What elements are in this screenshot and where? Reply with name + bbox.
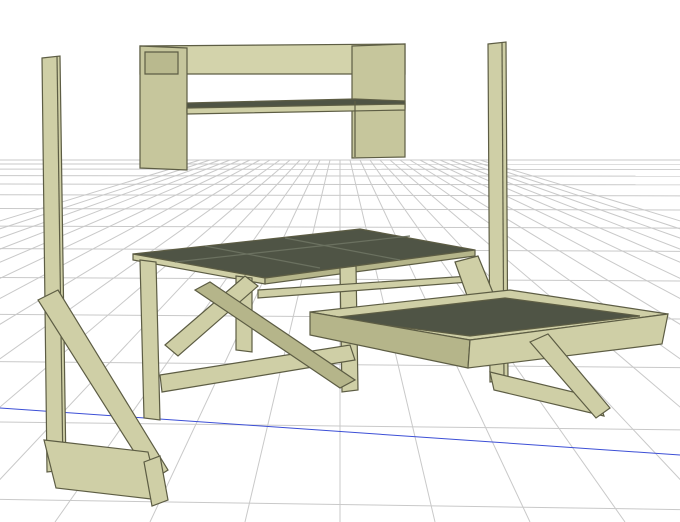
scene-canvas [0,41,680,522]
pull-out-tray[interactable] [309,289,669,369]
left-post[interactable] [41,55,67,473]
3d-viewport[interactable] [0,0,680,522]
wall-shelf-unit[interactable] [139,43,406,171]
